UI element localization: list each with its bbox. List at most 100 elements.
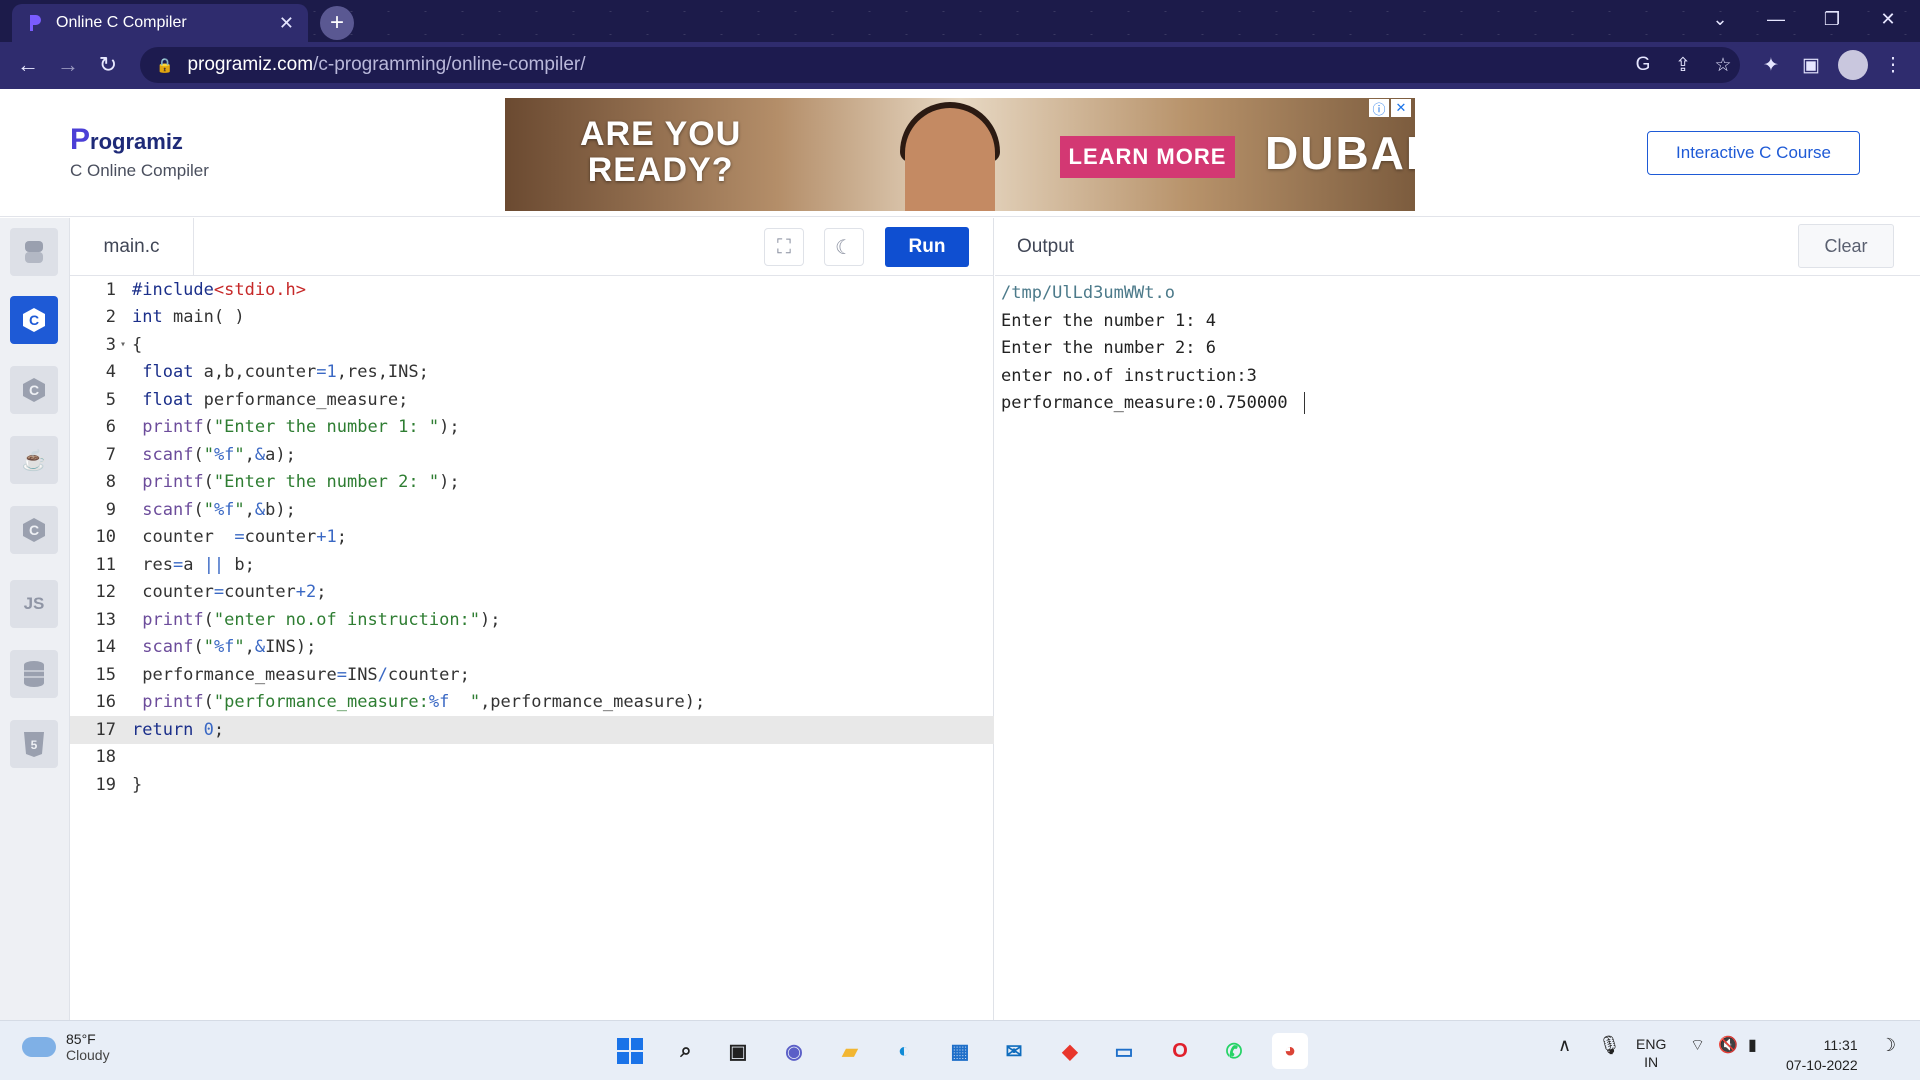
tab-title: Online C Compiler [56,14,187,31]
reload-button[interactable]: ↻ [88,45,128,85]
code-line-active: 17 return 0; [70,716,994,744]
ad-headline: ARE YOU READY? [580,115,742,189]
code-line: 7 scanf("%f",&a); [105,444,296,465]
whatsapp-icon[interactable]: ✆ [1216,1033,1252,1069]
lock-icon: 🔒 [156,56,174,73]
share-icon[interactable]: ⇪ [1668,50,1698,80]
remote-desktop-icon[interactable]: ▭ [1106,1033,1142,1069]
edge-icon[interactable]: ◐ [886,1033,922,1069]
logo-p-icon: P [70,123,91,156]
minimize-button[interactable]: — [1748,0,1804,38]
profile-avatar[interactable] [1838,50,1868,80]
extensions-icon[interactable]: ✦ [1756,50,1786,80]
code-line: 6 printf("Enter the number 1: "); [105,417,460,438]
cpp-icon[interactable]: C [10,366,58,414]
c-icon[interactable]: C [10,296,58,344]
output-line: Enter the number 1: 4 [1001,310,1216,331]
svg-text:5: 5 [31,738,38,752]
mail-icon[interactable]: ✉ [996,1033,1032,1069]
microphone-icon[interactable]: 🎙 [1598,1035,1621,1056]
code-line: 18 [95,747,116,768]
output-console[interactable]: /tmp/UlLd3umWWt.o Enter the number 1: 4 … [1001,280,1306,418]
language-indicator[interactable]: ENG IN [1636,1035,1666,1071]
text-cursor [1303,392,1306,414]
ad-info-icon[interactable]: ⓘ [1369,99,1389,117]
fold-arrow-icon: ▾ [120,339,127,351]
app-diamond-icon[interactable]: ◆ [1052,1033,1088,1069]
output-line-last: performance_measure:0.750000 [1001,390,1306,418]
advertisement-banner[interactable]: ARE YOU READY? LEARN MORE DUBAI ⓘ ✕ [505,98,1415,211]
page-subtitle: C Online Compiler [70,161,209,180]
browser-tab[interactable]: Online C Compiler ✕ [12,4,308,42]
side-panel-icon[interactable]: ▣ [1796,50,1826,80]
code-line: 10 counter =counter+1; [95,527,347,548]
programiz-logo[interactable]: Programiz [70,123,183,157]
javascript-icon[interactable]: JS [10,580,58,628]
clear-button[interactable]: Clear [1798,224,1894,268]
code-line: 4 float a,b,counter=1,res,INS; [105,362,429,383]
chrome-icon[interactable]: ◕ [1272,1033,1308,1069]
close-tab-icon[interactable]: ✕ [279,13,294,34]
task-view-icon[interactable]: ▣ [720,1033,756,1069]
language-sidebar: C C ☕ C JS 5 [0,218,70,1020]
close-window-button[interactable]: ✕ [1860,0,1916,38]
code-line: 15 performance_measure=INS/counter; [95,664,470,685]
run-button[interactable]: Run [885,227,969,267]
ad-close-icon[interactable]: ✕ [1391,99,1411,117]
code-editor-pane: main.c ⛶ ☾ Run 1 #include<stdio.h> 2 int m… [70,218,994,1020]
browser-toolbar: ← → ↻ 🔒 programiz.com/c-programming/onli… [0,42,1920,89]
code-line: 3 ▾{ [105,334,143,355]
back-button[interactable]: ← [8,45,48,85]
interactive-course-button[interactable]: Interactive C Course [1647,131,1860,175]
ad-brand-logo: DUBAI [1265,127,1415,179]
output-toolbar: Output Clear [995,218,1920,276]
search-icon[interactable]: ⌕ [668,1033,704,1069]
opera-icon[interactable]: O [1162,1033,1198,1069]
code-line: 8 printf("Enter the number 2: "); [105,472,460,493]
notifications-icon[interactable]: ☽ [1880,1035,1896,1056]
url-host: programiz.com [187,54,314,75]
new-tab-button[interactable]: + [320,6,354,40]
browser-menu-icon[interactable]: ⋮ [1878,50,1908,80]
output-pane: Output Clear /tmp/UlLd3umWWt.o Enter the… [995,218,1920,1020]
java-icon[interactable]: ☕ [10,436,58,484]
bookmark-star-icon[interactable]: ☆ [1708,50,1738,80]
wifi-icon[interactable]: ⌔ [1690,1035,1705,1055]
volume-muted-icon[interactable]: 🔇 [1718,1035,1738,1055]
weather-widget[interactable]: 85°F Cloudy [22,1031,110,1063]
forward-button[interactable]: → [48,45,88,85]
code-line: 19} [95,774,143,795]
dark-mode-icon[interactable]: ☾ [824,228,864,266]
code-line: 16 printf("performance_measure:%f ",perf… [95,692,706,713]
temperature: 85°F [66,1031,96,1047]
address-bar[interactable]: 🔒 programiz.com/c-programming/online-com… [140,47,1740,83]
ad-learn-more-button[interactable]: LEARN MORE [1060,136,1235,178]
clock[interactable]: 11:31 07-10-2022 [1786,1035,1858,1075]
battery-icon[interactable]: ▮ [1748,1035,1757,1055]
code-area[interactable]: 1 #include<stdio.h> 2 int main( ) 3 ▾{ 4 fl… [70,276,994,1020]
svg-text:C: C [29,382,39,398]
programiz-favicon-icon [26,14,44,32]
sql-icon[interactable] [10,650,58,698]
tab-search-icon[interactable]: ⌄ [1692,0,1748,38]
output-line: Enter the number 2: 6 [1001,338,1216,358]
google-icon[interactable]: G [1628,50,1658,80]
file-explorer-icon[interactable]: ▰ [832,1033,868,1069]
svg-text:C: C [29,312,39,328]
code-line: 2 int main( ) [105,307,245,328]
editor-toolbar: main.c ⛶ ☾ Run [70,218,994,276]
csharp-icon[interactable]: C [10,506,58,554]
ad-choices[interactable]: ⓘ ✕ [1369,99,1411,117]
code-line: 5 float performance_measure; [105,389,409,410]
python-icon[interactable] [10,228,58,276]
start-menu-icon[interactable] [612,1033,648,1069]
code-line: 11 res=a || b; [95,554,255,575]
html-icon[interactable]: 5 [10,720,58,768]
fullscreen-icon[interactable]: ⛶ [764,228,804,266]
restore-button[interactable]: ❐ [1804,0,1860,38]
teams-chat-icon[interactable]: ◉ [776,1033,812,1069]
show-hidden-icons-icon[interactable]: ∧ [1558,1035,1571,1056]
file-tab-main-c[interactable]: main.c [70,218,194,276]
store-icon[interactable]: ▦ [942,1033,978,1069]
ad-person-face [905,108,995,211]
